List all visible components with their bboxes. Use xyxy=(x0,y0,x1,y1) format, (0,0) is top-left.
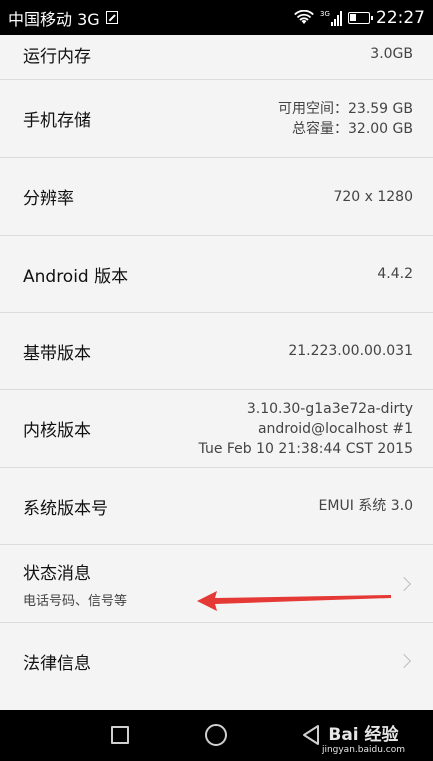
chevron-right-icon xyxy=(396,576,412,591)
watermark: Bai 经验 jingyan.baidu.com xyxy=(322,725,405,755)
status-bar: 中国移动 3G 3G 22:27 xyxy=(0,0,433,35)
row-value: 3.10.30-g1a3e72a-dirty android@localhost… xyxy=(199,399,413,459)
row-label: 内核版本 xyxy=(23,421,91,441)
row-subtitle: 电话号码、信号等 xyxy=(23,593,128,609)
wifi-icon xyxy=(294,9,314,24)
row-build-number[interactable]: 系统版本号 EMUI 系统 3.0 xyxy=(0,468,433,545)
row-text-group: 状态消息 电话号码、信号等 xyxy=(23,559,127,609)
row-ram: 运行内存 3.0GB xyxy=(0,35,433,80)
battery-icon xyxy=(348,11,373,24)
clock: 22:27 xyxy=(376,7,425,28)
row-status[interactable]: 状态消息 电话号码、信号等 xyxy=(0,545,433,623)
home-button[interactable] xyxy=(205,724,227,746)
storage-available: 可用空间：23.59 GB xyxy=(278,100,413,117)
signal-icon: 3G xyxy=(320,10,342,26)
about-phone-list: 运行内存 3.0GB 手机存储 可用空间：23.59 GB 总容量：32.00 … xyxy=(0,35,433,699)
chevron-right-icon xyxy=(396,653,412,669)
kernel-line: 3.10.30-g1a3e72a-dirty xyxy=(246,400,413,417)
row-label: 基带版本 xyxy=(23,343,91,364)
back-button[interactable] xyxy=(301,724,321,746)
row-label: Android 版本 xyxy=(23,266,129,287)
row-baseband-version: 基带版本 21.223.00.00.031 xyxy=(0,313,433,390)
status-right: 3G 22:27 xyxy=(294,8,425,28)
kernel-line: android@localhost #1 xyxy=(257,420,413,437)
watermark-url: jingyan.baidu.com xyxy=(321,745,405,755)
row-android-version: Android 版本 4.4.2 xyxy=(0,236,433,313)
row-label: 系统版本号 xyxy=(23,498,108,519)
row-value: EMUI 系统 3.0 xyxy=(318,498,413,514)
status-left: 中国移动 3G xyxy=(8,6,118,30)
row-value: 3.0GB xyxy=(370,46,413,62)
sim-icon xyxy=(105,11,118,24)
row-storage: 手机存储 可用空间：23.59 GB 总容量：32.00 GB xyxy=(0,80,433,158)
row-resolution: 分辨率 720 x 1280 xyxy=(0,158,433,236)
row-value: 可用空间：23.59 GB 总容量：32.00 GB xyxy=(278,99,413,139)
kernel-line: Tue Feb 10 21:38:44 CST 2015 xyxy=(198,440,413,457)
row-label: 状态消息 xyxy=(23,563,91,584)
storage-total: 总容量：32.00 GB xyxy=(292,120,413,137)
recent-apps-button[interactable] xyxy=(111,726,129,744)
row-value: 720 x 1280 xyxy=(333,188,413,205)
row-value: 4.4.2 xyxy=(377,266,413,282)
row-label: 分辨率 xyxy=(23,189,74,209)
row-label: 法律信息 xyxy=(23,653,91,674)
carrier-label: 中国移动 3G xyxy=(8,9,100,29)
nav-bar: Bai 经验 jingyan.baidu.com xyxy=(0,710,433,761)
row-value: 21.223.00.00.031 xyxy=(288,343,413,359)
row-label: 手机存储 xyxy=(23,111,91,131)
network-tag-text: 3G xyxy=(320,10,330,18)
row-kernel-version: 内核版本 3.10.30-g1a3e72a-dirty android@loca… xyxy=(0,390,433,468)
watermark-brand: Bai 经验 xyxy=(328,725,399,745)
row-label: 运行内存 xyxy=(23,46,91,67)
row-legal-info[interactable]: 法律信息 xyxy=(0,623,433,699)
